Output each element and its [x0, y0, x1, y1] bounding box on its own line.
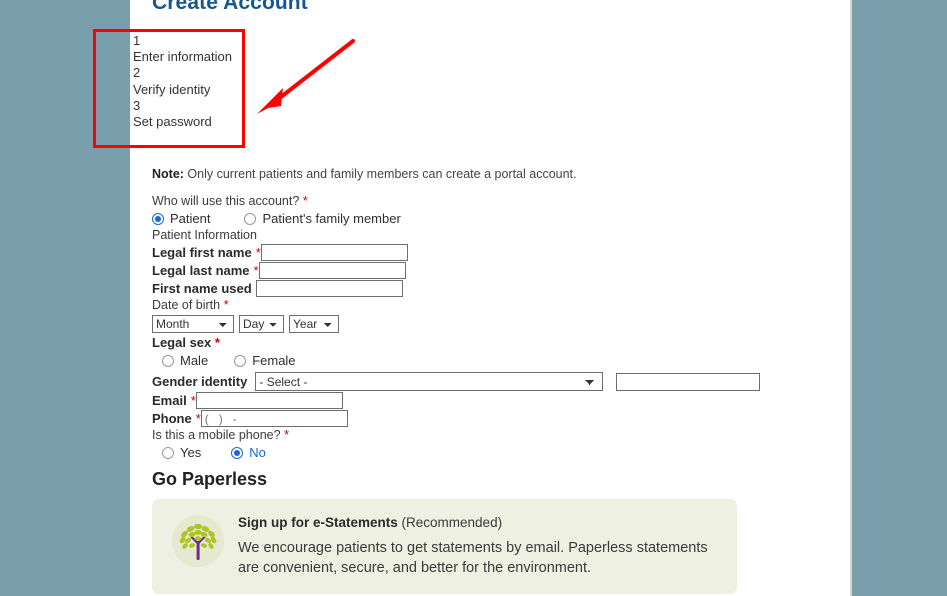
phone-label: Phone	[152, 411, 192, 426]
radio-family-member-label: Patient's family member	[262, 211, 401, 226]
mobile-phone-required: *	[284, 427, 290, 442]
radio-mobile-yes-label: Yes	[180, 445, 202, 460]
dob-month-select[interactable]: Month	[152, 315, 234, 333]
date-of-birth-label: Date of birth	[152, 298, 221, 312]
steps-list: 1 Enter information 2 Verify identity 3 …	[133, 33, 333, 130]
gender-identity-select[interactable]: - Select -	[255, 372, 604, 391]
radio-female-label: Female	[252, 353, 296, 368]
phone-row: Phone *	[152, 410, 832, 427]
radio-mobile-no-label: No	[249, 445, 266, 460]
note-line: Note: Only current patients and family m…	[152, 167, 832, 181]
legal-sex-label-row: Legal sex *	[152, 335, 832, 351]
required-marker: *	[302, 193, 308, 208]
first-name-used-input[interactable]	[255, 280, 403, 297]
create-account-form: Note: Only current patients and family m…	[152, 167, 832, 594]
mobile-phone-question: Is this a mobile phone?	[152, 428, 281, 442]
legal-sex-radio-group: Male Female	[152, 353, 832, 369]
mobile-phone-radio-group: Yes No	[152, 445, 832, 461]
who-will-use-label: Who will use this account?	[152, 194, 300, 208]
dob-day-select[interactable]: Day	[239, 315, 284, 333]
first-name-used-row: First name used	[152, 280, 832, 297]
date-of-birth-required: *	[223, 297, 229, 312]
gender-identity-label: Gender identity	[152, 374, 248, 389]
radio-option-mobile-yes[interactable]: Yes	[162, 445, 201, 461]
step-1-label: Enter information	[133, 49, 232, 65]
step-3-number: 3	[133, 97, 141, 113]
e-statements-card-title-row: Sign up for e-Statements (Recommended)	[238, 514, 718, 531]
patient-information-heading: Patient Information	[152, 228, 257, 242]
radio-option-patient[interactable]: Patient	[152, 211, 210, 227]
legal-first-name-label: Legal first name	[152, 245, 252, 260]
email-input[interactable]	[195, 392, 343, 409]
dob-year-select[interactable]: Year	[289, 315, 339, 333]
mobile-phone-question-row: Is this a mobile phone? *	[152, 428, 832, 443]
radio-option-female[interactable]: Female	[234, 353, 296, 369]
page-title: Create Account	[152, 0, 308, 14]
legal-last-name-input[interactable]	[258, 262, 406, 279]
radio-female-indicator[interactable]	[234, 355, 247, 367]
note-text: Only current patients and family members…	[183, 167, 577, 181]
note-prefix: Note:	[152, 167, 184, 181]
legal-first-name-row: Legal first name *	[152, 244, 832, 261]
radio-option-family-member[interactable]: Patient's family member	[244, 211, 401, 227]
step-2-label: Verify identity	[133, 81, 211, 97]
email-row: Email *	[152, 392, 832, 409]
date-of-birth-selects: Month Day Year	[152, 315, 832, 333]
phone-input[interactable]	[200, 410, 348, 427]
who-will-use-radio-group: Patient Patient's family member	[152, 211, 832, 227]
e-statements-card-title-suffix: (Recommended)	[401, 515, 503, 530]
radio-family-member-indicator[interactable]	[244, 213, 257, 225]
legal-sex-required: *	[214, 335, 220, 350]
date-of-birth-label-row: Date of birth *	[152, 298, 832, 313]
radio-patient-label: Patient	[170, 211, 211, 226]
gender-identity-row: Gender identity - Select -	[152, 372, 832, 391]
legal-first-name-input[interactable]	[260, 244, 408, 261]
step-1-number: 1	[133, 33, 141, 48]
radio-patient-indicator[interactable]	[152, 213, 164, 225]
radio-male-label: Male	[180, 353, 209, 368]
email-label: Email	[152, 393, 187, 408]
radio-male-indicator[interactable]	[162, 355, 174, 367]
page-root: Create Account 1 Enter information 2 Ver…	[0, 0, 947, 596]
tree-icon	[172, 515, 224, 567]
radio-option-male[interactable]: Male	[162, 353, 208, 369]
step-2-number: 2	[133, 65, 141, 81]
legal-sex-label: Legal sex	[152, 335, 212, 350]
radio-option-mobile-no[interactable]: No	[231, 445, 266, 461]
radio-mobile-no-indicator[interactable]	[231, 447, 244, 459]
content-panel: Create Account 1 Enter information 2 Ver…	[130, 0, 852, 596]
step-3-label: Set password	[133, 114, 212, 130]
go-paperless-heading: Go Paperless	[152, 469, 268, 489]
radio-mobile-yes-indicator[interactable]	[162, 447, 174, 459]
legal-last-name-label: Legal last name	[152, 263, 250, 278]
e-statements-text: Sign up for e-Statements (Recommended) W…	[238, 513, 718, 578]
e-statements-card-body: We encourage patients to get statements …	[238, 540, 708, 576]
e-statements-card: Sign up for e-Statements (Recommended) W…	[152, 499, 737, 594]
who-will-use-question: Who will use this account? *	[152, 194, 832, 209]
first-name-used-label: First name used	[152, 281, 252, 296]
legal-last-name-row: Legal last name *	[152, 262, 832, 279]
e-statements-card-title: Sign up for e-Statements	[238, 515, 398, 530]
gender-identity-free-text-input[interactable]	[616, 372, 761, 391]
